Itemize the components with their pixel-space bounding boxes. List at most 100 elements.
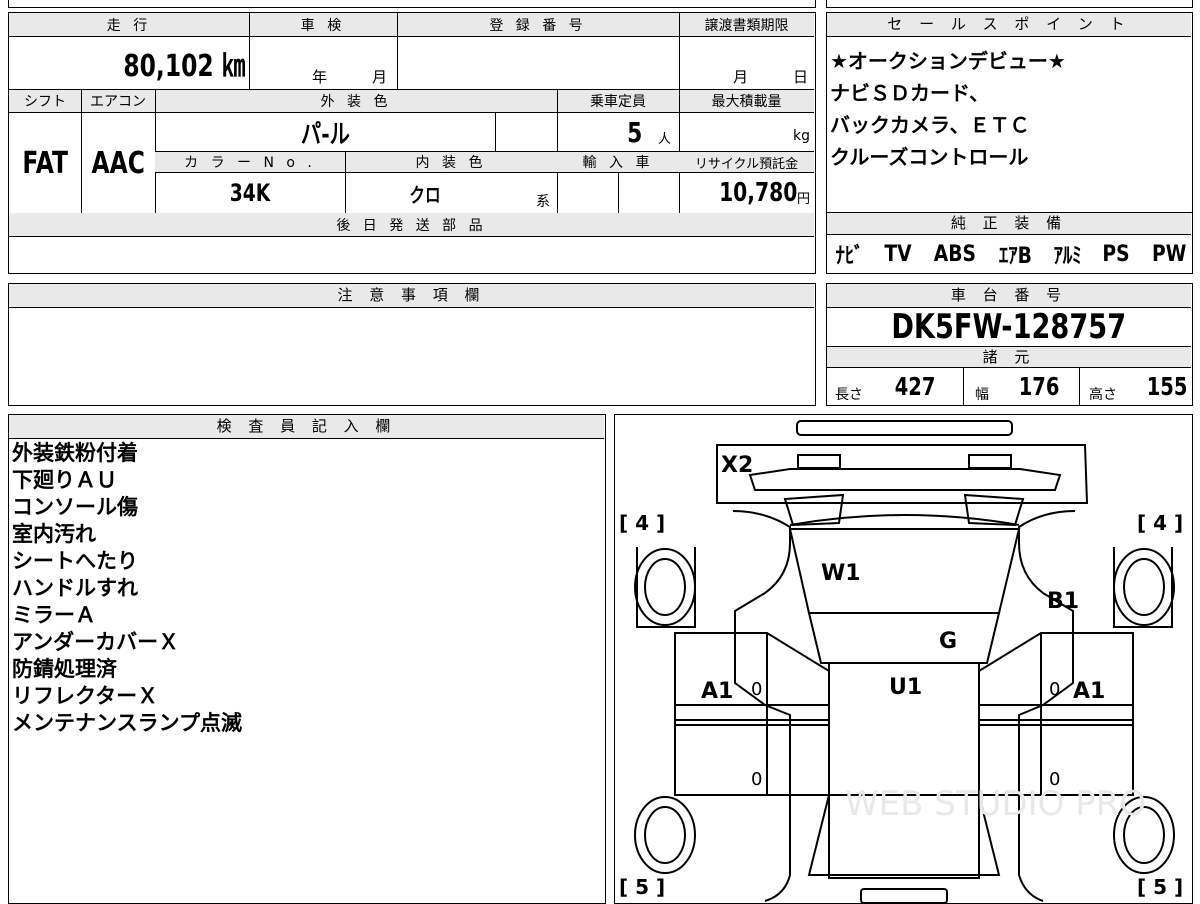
notes-label: 注 意 事 項 欄: [9, 284, 814, 308]
sales-point-line: ★オークションデビュー★: [830, 49, 1066, 73]
import-label: 輸 入 車: [582, 155, 654, 171]
sales-point-list: ★オークションデビュー★ ナビＳＤカード、 バックカメラ、ＥＴＣ クルーズコント…: [830, 45, 1066, 173]
chassis-number: DK5FW-128757: [827, 307, 1191, 347]
mileage-text: 80,102 ㎞: [123, 49, 245, 84]
sales-point-line: バックカメラ、ＥＴＣ: [830, 113, 1030, 137]
height-label: 高さ: [1089, 387, 1117, 403]
equipment-item: ﾅﾋﾞ: [835, 244, 864, 269]
inspector-note: 室内汚れ: [12, 522, 96, 546]
inspector-note: 外装鉄粉付着: [12, 441, 138, 465]
roof: [807, 612, 1001, 664]
equipment-item: ｴｱB: [999, 244, 1033, 269]
capacity-value: 5 人: [557, 113, 679, 151]
recycle-unit: 円: [796, 191, 810, 207]
color-text: パ-ル: [300, 119, 350, 150]
divider: [495, 113, 496, 151]
equipment-item: ABS: [934, 241, 977, 267]
mark-a1-right: A1: [1073, 679, 1106, 704]
chassis-label: 車 台 番 号: [827, 284, 1191, 308]
inspector-note: メンテナンスランプ点滅: [12, 711, 242, 735]
chassis-box: 車 台 番 号 DK5FW-128757 諸 元 長さ 427 幅 176 高さ…: [826, 283, 1193, 406]
inspector-note: 下廻りＡＵ: [12, 468, 117, 492]
sales-point-label: セ ー ル ス ポ イ ン ト: [827, 13, 1191, 37]
equipment-items: ﾅﾋﾞ TV ABS ｴｱB ｱﾙﾐ PS PW: [833, 237, 1189, 271]
height-value: 155: [1146, 372, 1188, 401]
inspector-note: ミラーＡ: [12, 603, 96, 627]
tire-code-front-right: [ 4 ]: [1137, 511, 1184, 535]
tire-code-rear-left: [ 5 ]: [619, 875, 666, 899]
shift-text: FAT: [22, 145, 68, 181]
color-value: パ-ル: [155, 113, 495, 151]
later-parts-label: 後 日 発 送 部 品: [9, 213, 814, 237]
equipment-item: PS: [1102, 241, 1131, 267]
colorno-value: 34K: [155, 173, 345, 213]
shaken-label: 車 検: [300, 18, 346, 34]
inspector-notes: 外装鉄粉付着 下廻りＡＵ コンソール傷 室内汚れ シートへたり ハンドルすれ ミ…: [12, 440, 602, 737]
interior-suffix: 系: [536, 194, 550, 210]
length-value: 427: [894, 372, 936, 401]
capacity-unit: 人: [657, 131, 671, 147]
mark-b1: B1: [1047, 589, 1080, 614]
tire-rear-left-inner: [644, 806, 686, 864]
equipment-item: TV: [884, 241, 912, 267]
mark-u1: U1: [889, 675, 923, 700]
inspector-note: アンダーカバーＸ: [12, 630, 180, 654]
inspector-note: リフレクターＸ: [12, 684, 159, 708]
color-label: 外 装 色: [320, 94, 392, 110]
tire-front-left-inner: [644, 558, 686, 616]
zero-right-lower: 0: [1049, 769, 1061, 790]
capacity-label: 乗車定員: [590, 94, 646, 110]
mileage-value: 80,102 ㎞: [9, 37, 249, 89]
recycle-value: 10,780 円: [679, 173, 814, 213]
divider: [963, 368, 964, 405]
colorno-label: カ ラ ー N o .: [184, 155, 316, 171]
ac-label: エアコン: [90, 94, 146, 110]
divider: [397, 13, 398, 89]
zero-right-upper: 0: [1049, 679, 1061, 700]
tire-code-rear-right: [ 5 ]: [1137, 875, 1184, 899]
sales-point-line: クルーズコントロール: [830, 145, 1029, 169]
inspector-label: 検 査 員 記 入 欄: [9, 415, 604, 439]
chassis-number-text: DK5FW-128757: [891, 307, 1127, 347]
top-stub: [8, 0, 816, 8]
interior-text: クロ: [409, 182, 441, 207]
width-label: 幅: [975, 387, 989, 403]
shift-label: シフト: [24, 94, 66, 110]
watermark: WEB STUDIO PRO: [845, 784, 1146, 824]
recycle-label: リサイクル預託金: [694, 156, 799, 172]
inspector-note: シートへたり: [12, 549, 138, 573]
shaken-year: 年: [312, 68, 328, 86]
top-stub-right: [826, 0, 1193, 8]
mileage-label: 走 行: [106, 18, 152, 34]
tire-front-right-inner: [1123, 558, 1165, 616]
capacity-text: 5: [626, 115, 642, 149]
equipment-item: PW: [1151, 241, 1186, 267]
mark-x2: X2: [721, 453, 754, 478]
rear-bumper: [860, 888, 948, 903]
front-panel: [716, 444, 1089, 504]
ac-text: AAC: [91, 145, 145, 181]
equipment-box: 純 正 装 備 ﾅﾋﾞ TV ABS ｴｱB ｱﾙﾐ PS PW: [826, 212, 1193, 274]
registration-label: 登 録 番 号: [489, 18, 587, 34]
shaken-month: 月: [372, 68, 388, 86]
headlight-right: [968, 454, 1012, 469]
transfer-label: 譲渡書類期限: [704, 18, 789, 34]
divider: [618, 173, 619, 213]
front-bumper: [796, 420, 1013, 436]
divider: [1079, 368, 1080, 405]
mark-a1-left: A1: [701, 679, 734, 704]
tire-code-front-left: [ 4 ]: [619, 511, 666, 535]
front-grille: [748, 468, 1062, 491]
zero-left-upper: 0: [751, 679, 763, 700]
transfer-day: 日: [793, 68, 809, 86]
ac-value: AAC: [81, 113, 155, 213]
sales-point-line: ナビＳＤカード、: [830, 81, 990, 105]
headlight-left: [797, 454, 841, 469]
vehicle-info-table: 走 行 車 検 登 録 番 号 譲渡書類期限 80,102 ㎞ 年 月 月 日 …: [8, 12, 816, 274]
shift-value: FAT: [9, 113, 81, 213]
interior-label: 内 装 色: [415, 155, 487, 171]
car-diagram-box: WEB STUDIO PRO X2 W1 B1 G U1 A1 A1 0 0 0…: [614, 414, 1193, 904]
equipment-label: 純 正 装 備: [827, 213, 1191, 235]
mark-w1: W1: [821, 561, 861, 586]
width-value: 176: [1018, 372, 1060, 401]
